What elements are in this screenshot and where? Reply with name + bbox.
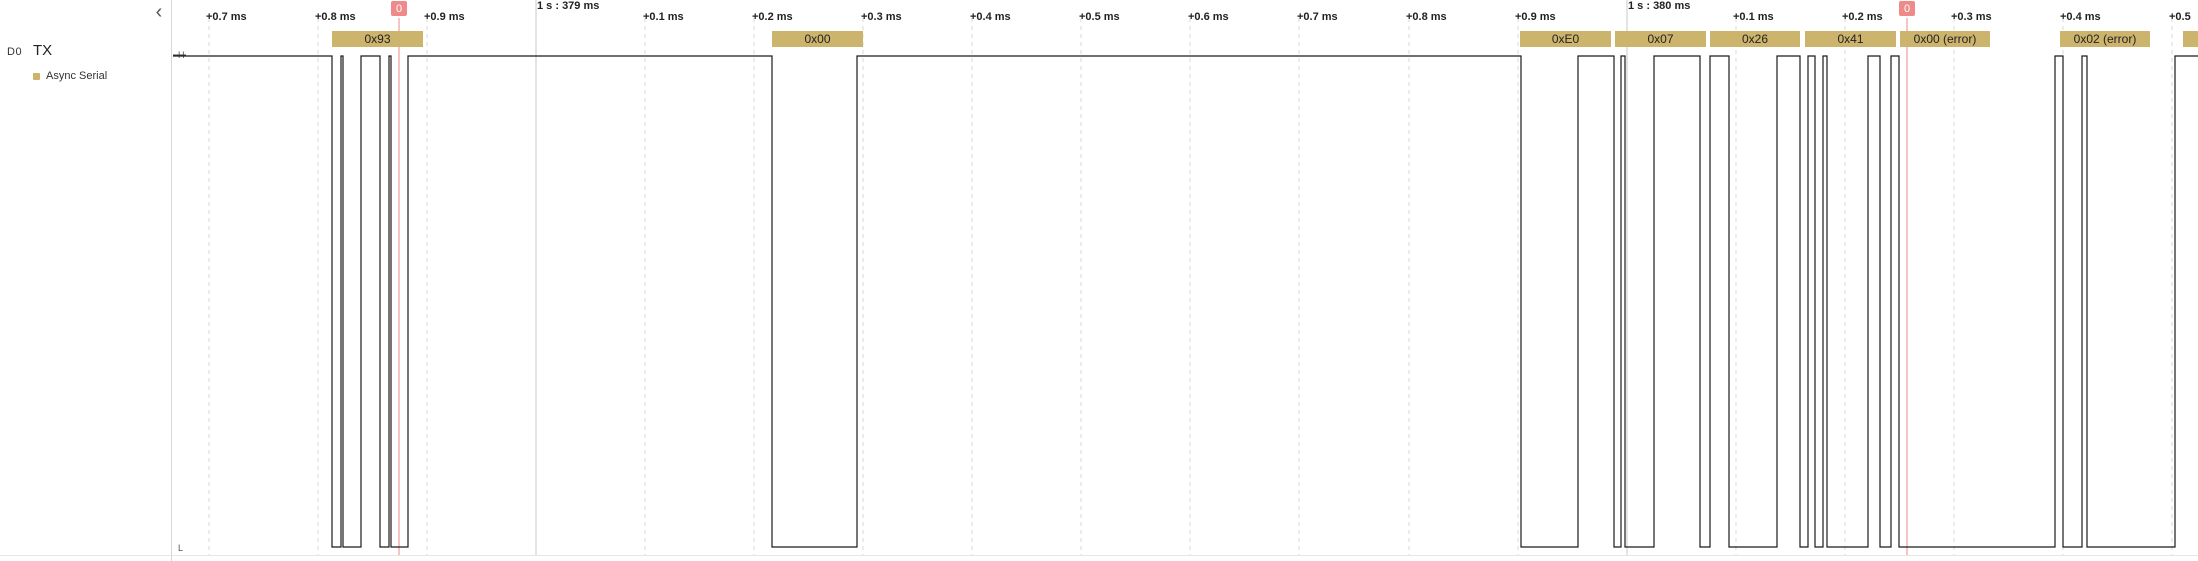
decoded-byte-label: 0x00 (error): [1914, 32, 1977, 46]
time-tick-label: +0.8 ms: [1406, 11, 1447, 23]
time-tick-label: +0.3 ms: [861, 11, 902, 23]
decoded-byte-label: 0x26: [1742, 32, 1768, 46]
time-tick-label: +0.7 ms: [1297, 11, 1338, 23]
decoded-byte-label: 0x93: [364, 32, 390, 46]
time-tick-label: +0.6 ms: [1188, 11, 1229, 23]
decoded-byte-box[interactable]: [2183, 31, 2198, 47]
time-tick-label: +0.2 ms: [752, 11, 793, 23]
time-tick-label: +0.7 ms: [206, 11, 247, 23]
analyzer-color-swatch: [33, 73, 40, 80]
decoded-byte-label: 0xE0: [1552, 32, 1580, 46]
waveform-plot[interactable]: 1 s : 379 ms 1 s : 380 ms +0.7 ms +0.8 ms +0…: [172, 0, 2198, 561]
time-marker-label: 1 s : 380 ms: [1628, 0, 1690, 12]
decoded-byte-label: 0x00: [804, 32, 830, 46]
time-tick-label: +0.4 ms: [2060, 11, 2101, 23]
waveform-canvas[interactable]: 1 s : 379 ms 1 s : 380 ms +0.7 ms +0.8 ms +0…: [172, 0, 2198, 561]
decoded-byte-label: 0x07: [1647, 32, 1673, 46]
channel-sidebar: ‹ D0 TX Async Serial: [0, 0, 172, 561]
time-marker-label: 1 s : 379 ms: [537, 0, 599, 12]
time-tick-label: +0.8 ms: [315, 11, 356, 23]
time-tick-label: +0.4 ms: [970, 11, 1011, 23]
analyzer-name: Async Serial: [46, 70, 108, 82]
time-tick-label: +0.9 ms: [1515, 11, 1556, 23]
time-tick-label: +0.5: [2169, 11, 2191, 23]
time-tick-label: +0.1 ms: [1733, 11, 1774, 23]
decoded-byte-label: 0x02 (error): [2074, 32, 2137, 46]
time-tick-label: +0.5 ms: [1079, 11, 1120, 23]
bottom-border: [0, 555, 2198, 556]
time-tick-label: +0.3 ms: [1951, 11, 1992, 23]
decoded-byte-label: 0x41: [1837, 32, 1863, 46]
cursor-label: 0: [1904, 3, 1910, 15]
channel-id: D0: [7, 46, 23, 58]
cursor-label: 0: [396, 3, 402, 15]
time-tick-label: +0.1 ms: [643, 11, 684, 23]
low-level-label: L: [178, 543, 183, 553]
channel-name[interactable]: TX: [33, 42, 52, 59]
tx-waveform: [173, 55, 2198, 548]
time-tick-label: +0.2 ms: [1842, 11, 1883, 23]
chevron-left-icon[interactable]: ‹: [150, 1, 168, 23]
time-tick-label: +0.9 ms: [424, 11, 465, 23]
